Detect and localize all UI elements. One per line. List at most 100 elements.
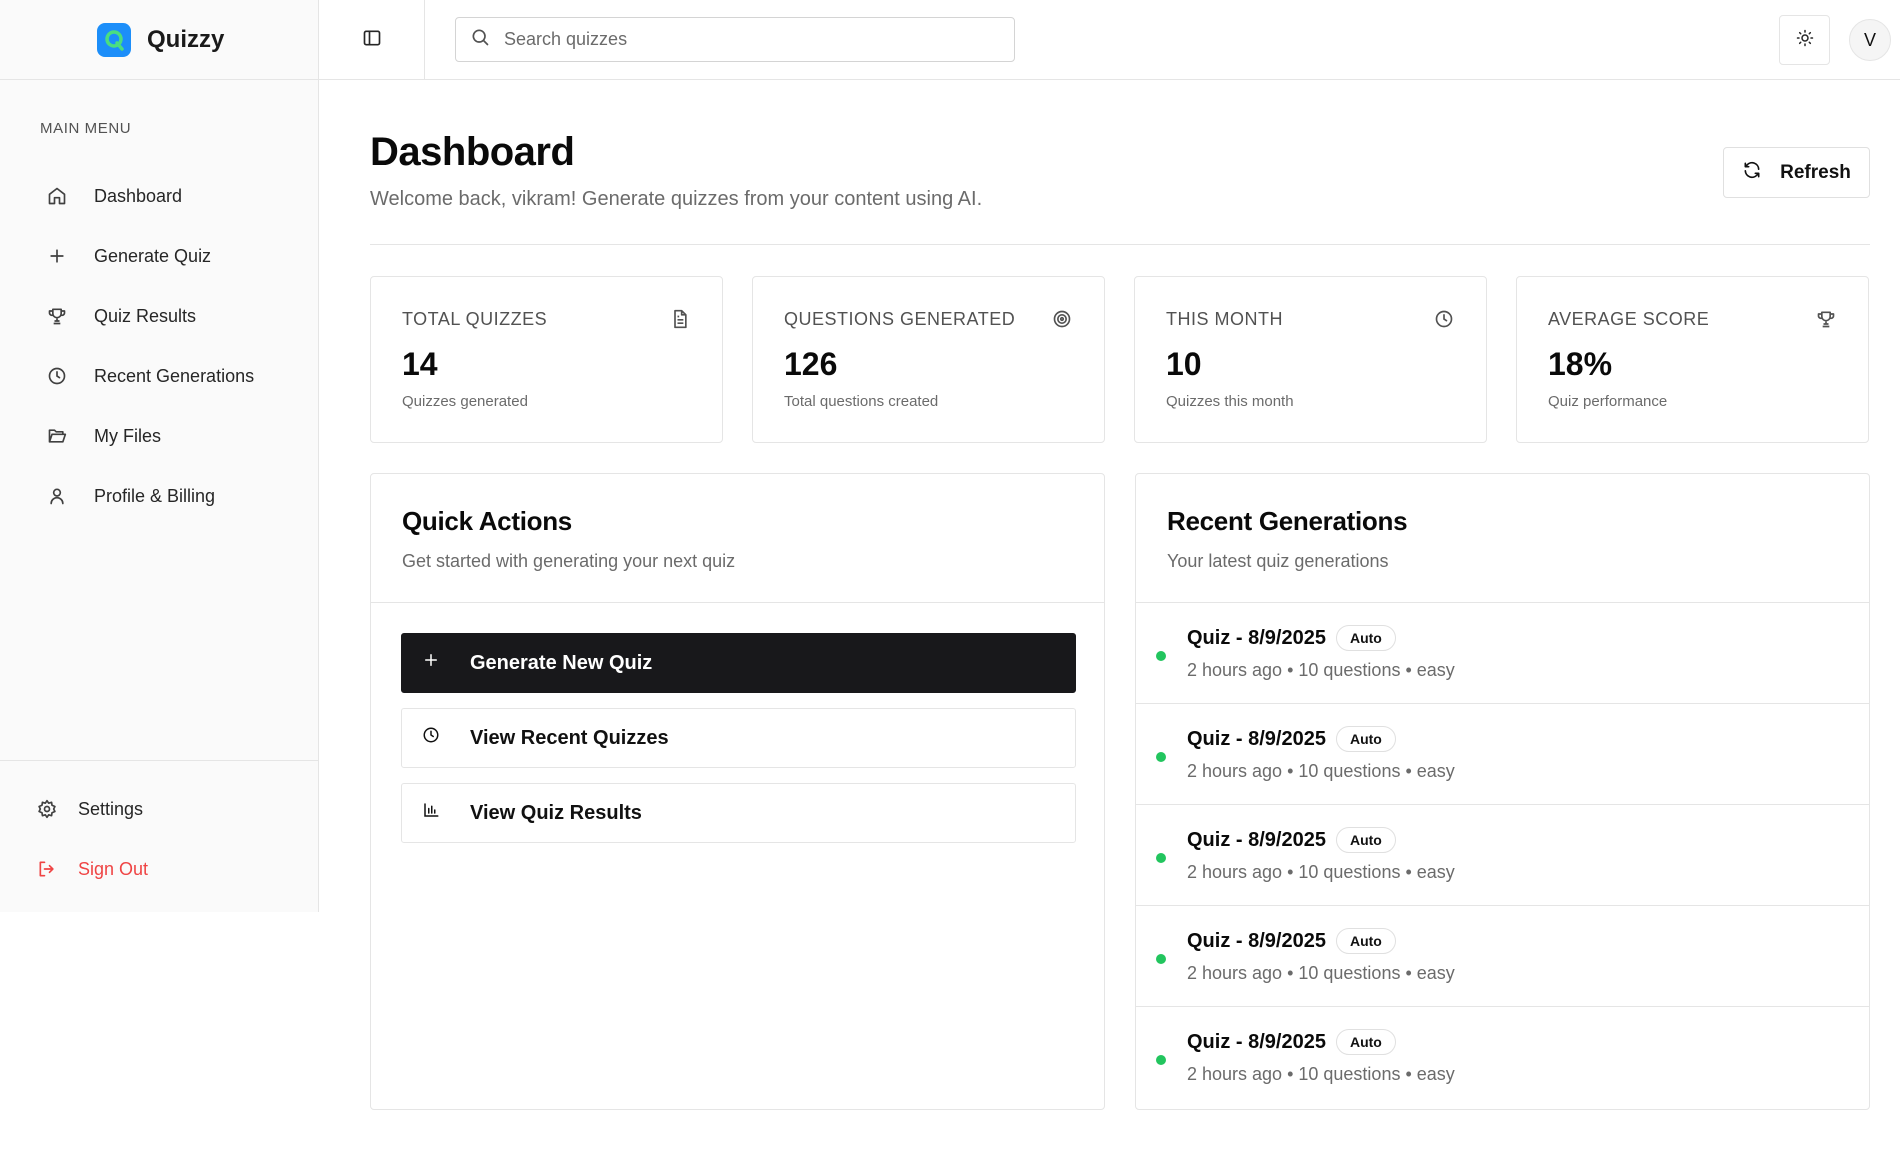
recent-generations-subtitle: Your latest quiz generations	[1167, 551, 1389, 571]
stat-desc: Total questions created	[784, 393, 939, 410]
quick-actions-panel: Quick Actions Get started with generatin…	[370, 473, 1105, 1110]
status-badge: Auto	[1335, 625, 1396, 651]
stat-value: 10	[1166, 346, 1202, 382]
clock-icon	[46, 365, 68, 387]
stat-label: AVERAGE SCORE	[1548, 309, 1710, 329]
sidebar-item-label: Dashboard	[94, 185, 183, 206]
clock-icon	[1434, 309, 1456, 331]
sidebar-item-label: My Files	[94, 425, 161, 446]
avatar[interactable]: V	[1849, 19, 1891, 61]
view-quiz-results-button[interactable]: View Quiz Results	[401, 783, 1076, 843]
status-badge: Auto	[1335, 726, 1396, 752]
refresh-button[interactable]: Refresh	[1723, 147, 1870, 198]
quiz-meta: 2 hours ago • 10 questions • easy	[1187, 761, 1455, 781]
quick-actions-subtitle: Get started with generating your next qu…	[402, 551, 736, 571]
stats-row: TOTAL QUIZZES 14 Quizzes generated QUEST…	[370, 276, 1870, 443]
stat-card-questions-generated: QUESTIONS GENERATED 126 Total questions …	[752, 276, 1105, 443]
search-bar	[455, 17, 1015, 62]
status-dot	[1156, 954, 1166, 964]
gear-icon	[36, 798, 58, 820]
stat-card-total-quizzes: TOTAL QUIZZES 14 Quizzes generated	[370, 276, 723, 443]
plus-icon	[422, 651, 440, 675]
main-menu-heading: MAIN MENU	[40, 120, 132, 137]
sidebar-item-profile-billing[interactable]: Profile & Billing	[36, 466, 296, 526]
panel-left-icon	[362, 28, 382, 53]
refresh-icon	[1742, 160, 1762, 186]
list-item[interactable]: Quiz - 8/9/2025 Auto 2 hours ago • 10 qu…	[1136, 603, 1869, 704]
log-out-icon	[36, 858, 58, 880]
stat-desc: Quizzes generated	[402, 393, 528, 410]
stat-label: THIS MONTH	[1166, 309, 1283, 329]
sidebar-item-label: Quiz Results	[94, 305, 197, 326]
file-text-icon	[670, 309, 692, 331]
search-icon	[470, 27, 490, 52]
quick-actions-list: Generate New Quiz View Recent Quizzes Vi…	[371, 603, 1104, 843]
sidebar-item-my-files[interactable]: My Files	[36, 406, 296, 466]
sidebar-item-recent-generations[interactable]: Recent Generations	[36, 346, 296, 406]
status-dot	[1156, 752, 1166, 762]
button-label: View Recent Quizzes	[470, 726, 669, 749]
list-item[interactable]: Quiz - 8/9/2025 Auto 2 hours ago • 10 qu…	[1136, 805, 1869, 906]
bar-chart-icon	[422, 801, 440, 825]
quick-actions-title: Quick Actions	[402, 506, 572, 536]
trophy-icon	[46, 305, 68, 327]
quizzy-logo-icon	[97, 22, 131, 57]
stat-desc: Quizzes this month	[1166, 393, 1294, 410]
stat-label: QUESTIONS GENERATED	[784, 309, 1016, 329]
quiz-title: Quiz - 8/9/2025	[1187, 828, 1326, 851]
sidebar-item-label: Generate Quiz	[94, 245, 212, 266]
stat-value: 18%	[1548, 346, 1613, 382]
home-icon	[46, 185, 68, 207]
target-icon	[1052, 309, 1074, 331]
brand[interactable]: Quizzy	[0, 0, 318, 80]
quiz-title: Quiz - 8/9/2025	[1187, 626, 1326, 649]
quiz-meta: 2 hours ago • 10 questions • easy	[1187, 862, 1455, 882]
sidebar-item-generate-quiz[interactable]: Generate Quiz	[36, 226, 296, 286]
clock-icon	[422, 726, 440, 750]
plus-icon	[46, 245, 68, 267]
stat-card-average-score: AVERAGE SCORE 18% Quiz performance	[1516, 276, 1869, 443]
generate-new-quiz-button[interactable]: Generate New Quiz	[401, 633, 1076, 693]
sun-icon	[1796, 29, 1814, 52]
folder-open-icon	[46, 425, 68, 447]
list-item[interactable]: Quiz - 8/9/2025 Auto 2 hours ago • 10 qu…	[1136, 704, 1869, 805]
stat-card-this-month: THIS MONTH 10 Quizzes this month	[1134, 276, 1487, 443]
view-recent-quizzes-button[interactable]: View Recent Quizzes	[401, 708, 1076, 768]
quiz-title: Quiz - 8/9/2025	[1187, 929, 1326, 952]
recent-generations-list: Quiz - 8/9/2025 Auto 2 hours ago • 10 qu…	[1136, 603, 1869, 1108]
recent-generations-title: Recent Generations	[1167, 506, 1408, 536]
brand-name: Quizzy	[147, 25, 225, 53]
sign-out-label: Sign Out	[78, 858, 149, 879]
sign-out-button[interactable]: Sign Out	[0, 839, 318, 899]
status-dot	[1156, 651, 1166, 661]
stat-value: 126	[784, 346, 838, 382]
user-icon	[46, 485, 68, 507]
button-label: View Quiz Results	[470, 801, 642, 824]
refresh-label: Refresh	[1780, 161, 1851, 183]
list-item[interactable]: Quiz - 8/9/2025 Auto 2 hours ago • 10 qu…	[1136, 906, 1869, 1007]
recent-generations-header: Recent Generations Your latest quiz gene…	[1136, 474, 1869, 603]
page-subtitle: Welcome back, vikram! Generate quizzes f…	[370, 188, 983, 210]
status-dot	[1156, 1055, 1166, 1065]
sidebar-item-quiz-results[interactable]: Quiz Results	[36, 286, 296, 346]
sidebar-toggle-button[interactable]	[319, 0, 425, 80]
main-menu: Dashboard Generate Quiz Quiz Results Rec…	[36, 166, 296, 526]
top-bar: V	[319, 0, 1900, 80]
button-label: Generate New Quiz	[470, 651, 653, 674]
settings-button[interactable]: Settings	[0, 779, 318, 839]
header-divider	[370, 244, 1870, 245]
sidebar-item-label: Profile & Billing	[94, 485, 216, 506]
search-input[interactable]	[504, 29, 984, 50]
stat-value: 14	[402, 346, 438, 382]
quick-actions-header: Quick Actions Get started with generatin…	[371, 474, 1104, 603]
quiz-meta: 2 hours ago • 10 questions • easy	[1187, 660, 1455, 680]
theme-toggle-button[interactable]	[1779, 15, 1830, 65]
quiz-title: Quiz - 8/9/2025	[1187, 1030, 1326, 1053]
sidebar-item-dashboard[interactable]: Dashboard	[36, 166, 296, 226]
quiz-meta: 2 hours ago • 10 questions • easy	[1187, 963, 1455, 983]
trophy-icon	[1816, 309, 1838, 331]
status-badge: Auto	[1335, 928, 1396, 954]
status-badge: Auto	[1335, 827, 1396, 853]
list-item[interactable]: Quiz - 8/9/2025 Auto 2 hours ago • 10 qu…	[1136, 1007, 1869, 1108]
status-badge: Auto	[1335, 1029, 1396, 1055]
